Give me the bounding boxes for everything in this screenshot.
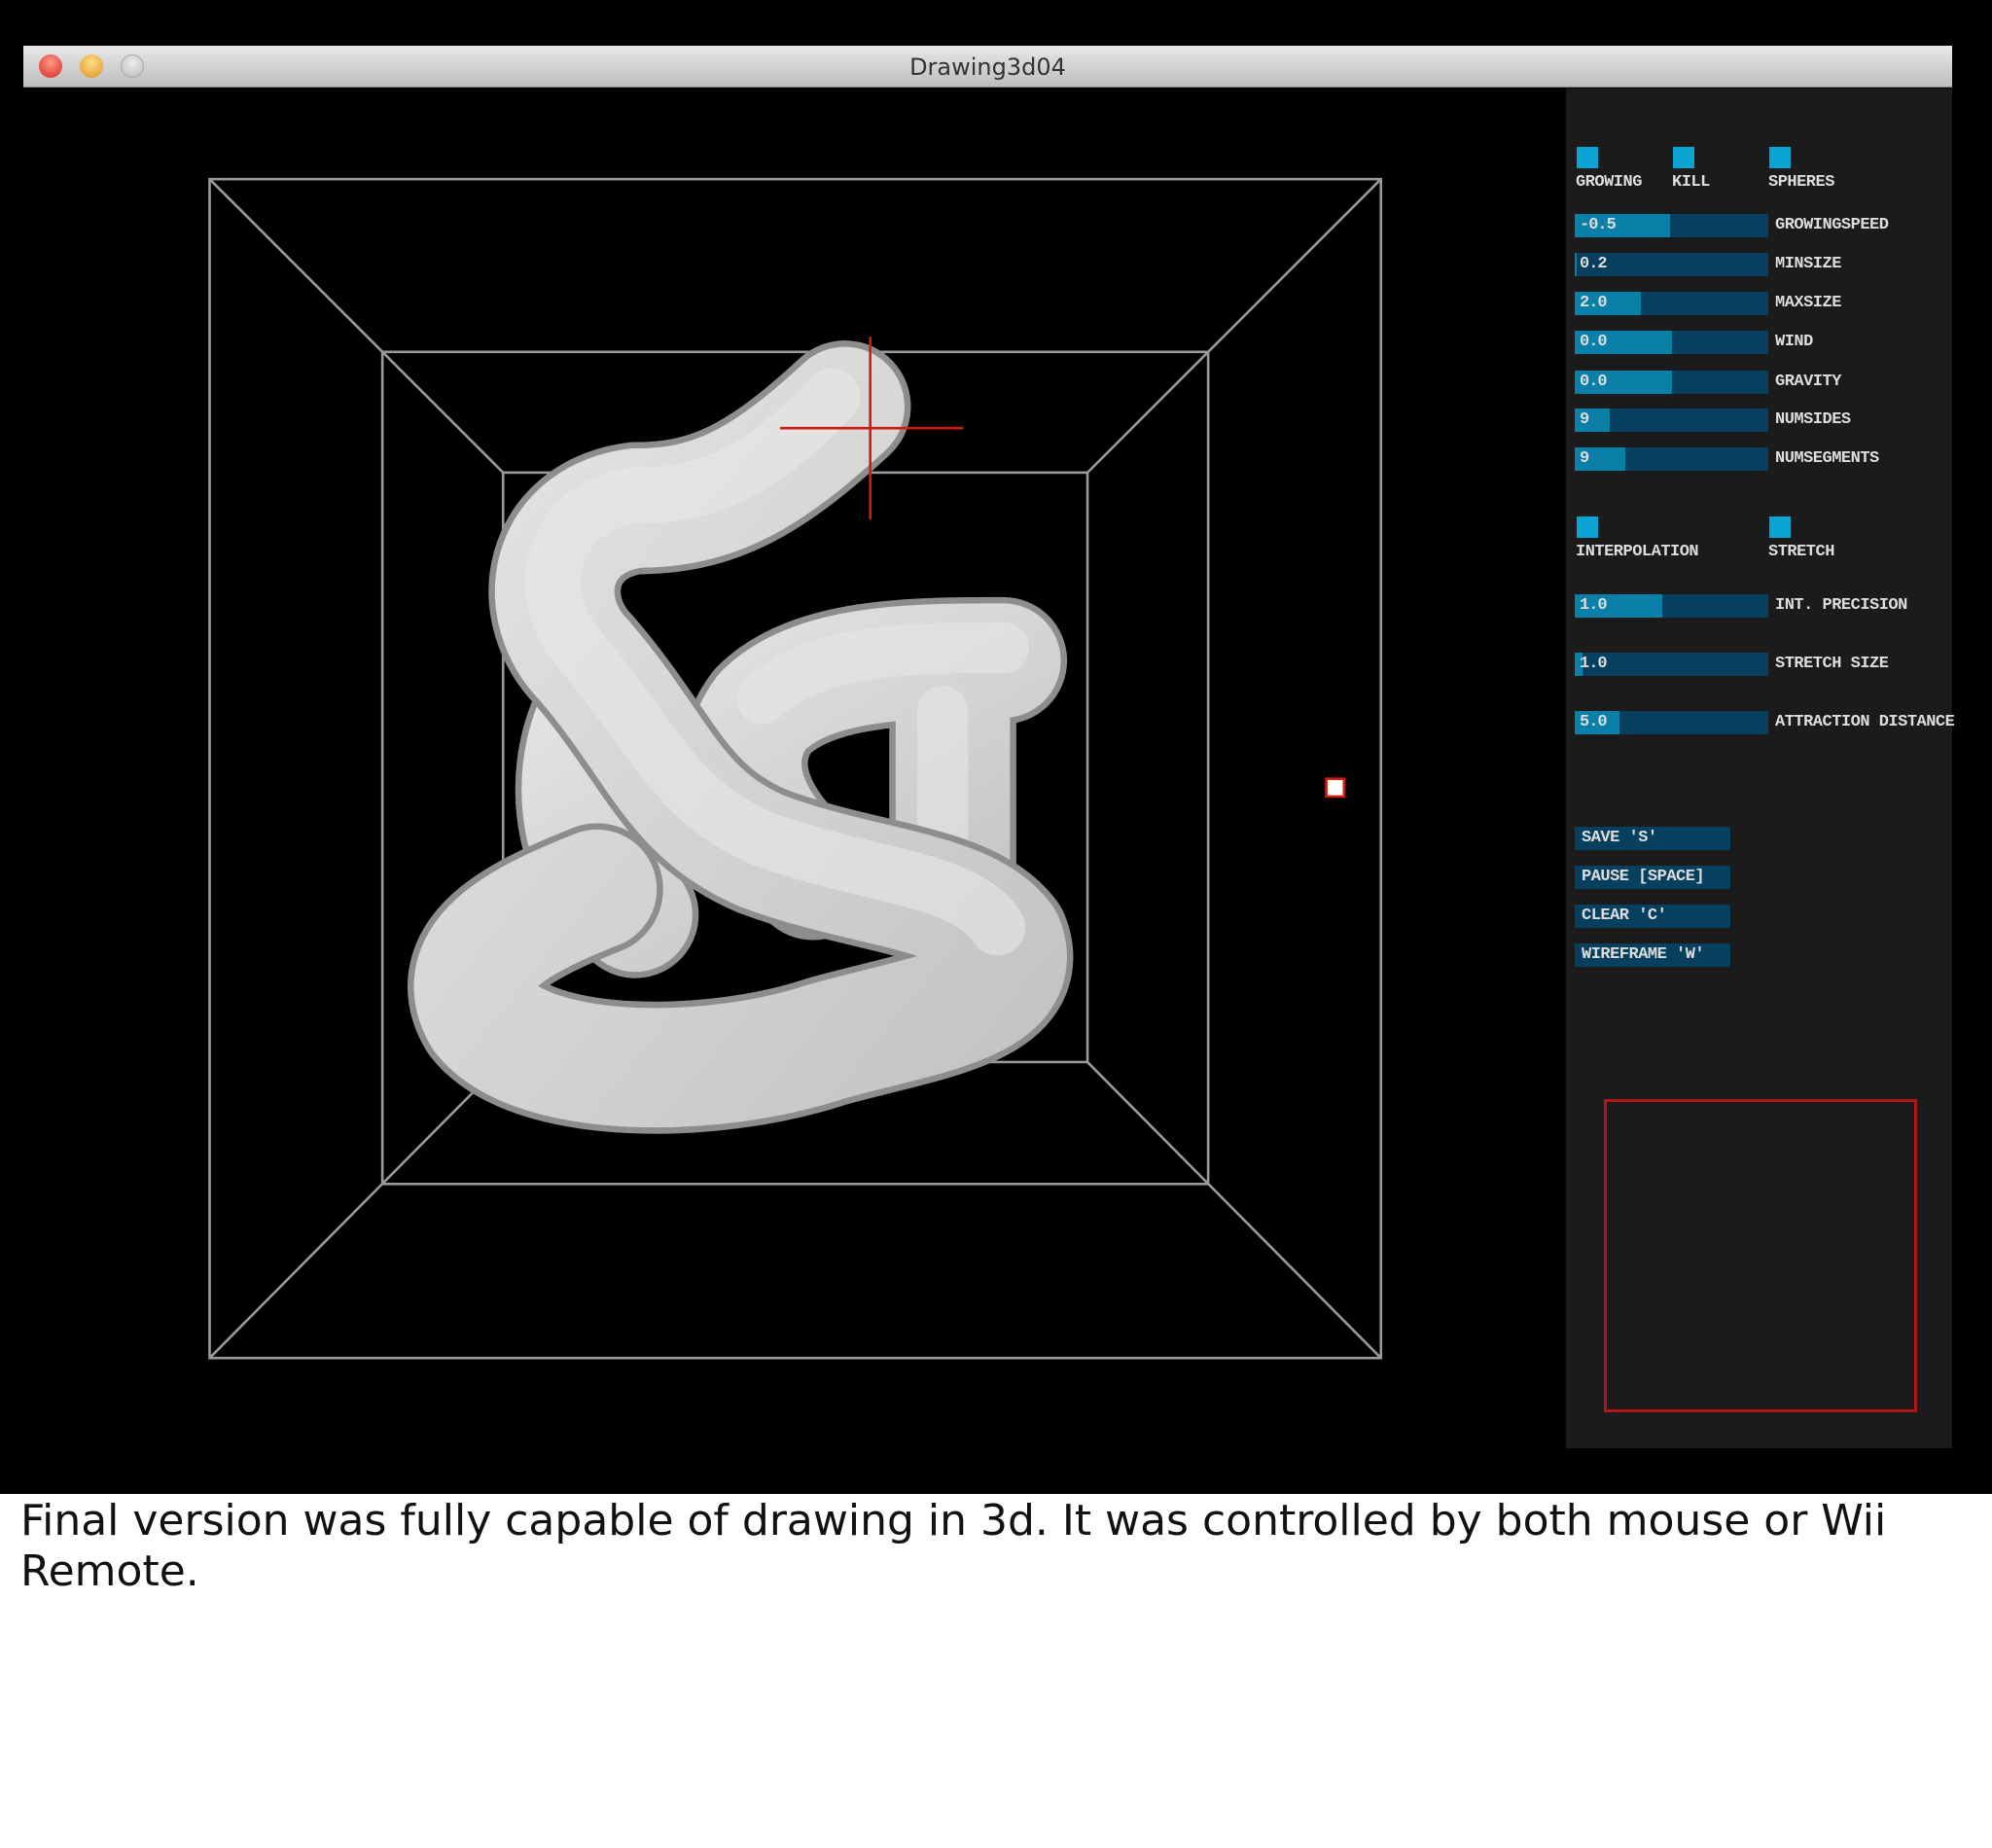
kill-label: KILL — [1672, 173, 1710, 192]
slider-value: 9 — [1580, 449, 1589, 468]
slider-value: -0.5 — [1580, 216, 1617, 234]
slider-fill — [1575, 253, 1577, 276]
slider-value: 0.0 — [1580, 333, 1608, 351]
growingspeed-slider[interactable]: -0.5 — [1575, 214, 1768, 237]
gravity-slider[interactable]: 0.0 — [1575, 371, 1768, 394]
stretch-size-slider[interactable]: 1.0 — [1575, 653, 1768, 676]
attraction-distance-label: ATTRACTION DISTANCE — [1775, 713, 1955, 731]
stretch-checkbox[interactable] — [1769, 516, 1791, 538]
interpolation-checkbox[interactable] — [1577, 516, 1598, 538]
growingspeed-label: GROWINGSPEED — [1775, 216, 1889, 234]
growing-checkbox[interactable] — [1577, 147, 1598, 168]
drawn-tube — [408, 340, 1074, 1134]
slider-value: 0.2 — [1580, 255, 1608, 273]
slider-value: 2.0 — [1580, 294, 1608, 312]
pause-space-button[interactable]: PAUSE [SPACE] — [1575, 866, 1730, 889]
interpolation-label: INTERPOLATION — [1576, 543, 1699, 561]
control-panel: GROWING KILL SPHERES -0.5 GROWINGSPEED 0… — [1566, 89, 1955, 1448]
wind-slider[interactable]: 0.0 — [1575, 331, 1768, 354]
stretch-label: STRETCH — [1768, 543, 1834, 561]
spheres-label: SPHERES — [1768, 173, 1834, 192]
save-s-button[interactable]: SAVE 'S' — [1575, 827, 1730, 850]
window-title: Drawing3d04 — [909, 53, 1066, 81]
maxsize-slider[interactable]: 2.0 — [1575, 292, 1768, 315]
clear-c-button[interactable]: CLEAR 'C' — [1575, 905, 1730, 928]
stretch-size-label: STRETCH SIZE — [1775, 655, 1889, 673]
spheres-checkbox[interactable] — [1769, 147, 1791, 168]
numsegments-label: NUMSEGMENTS — [1775, 449, 1879, 468]
slider-value: 1.0 — [1580, 596, 1608, 615]
minsize-slider[interactable]: 0.2 — [1575, 253, 1768, 276]
app-window: Drawing3d04 GROWING KILL SPHERES -0.5 GR… — [0, 0, 1992, 1494]
target-marker — [1325, 777, 1346, 799]
button-label: WIREFRAME 'W' — [1582, 945, 1705, 964]
title-bar: Drawing3d04 — [23, 46, 1952, 88]
wireframe-w-button[interactable]: WIREFRAME 'W' — [1575, 943, 1730, 967]
preview-canvas[interactable] — [1604, 1099, 1917, 1412]
numsides-label: NUMSIDES — [1775, 410, 1851, 429]
minsize-label: MINSIZE — [1775, 255, 1841, 273]
growing-label: GROWING — [1576, 173, 1642, 192]
slider-value: 1.0 — [1580, 655, 1608, 673]
int-precision-label: INT. PRECISION — [1775, 596, 1907, 615]
button-label: CLEAR 'C' — [1582, 906, 1667, 925]
numsides-slider[interactable]: 9 — [1575, 409, 1768, 432]
int-precision-slider[interactable]: 1.0 — [1575, 594, 1768, 618]
kill-checkbox[interactable] — [1673, 147, 1694, 168]
button-label: PAUSE [SPACE] — [1582, 868, 1705, 886]
button-label: SAVE 'S' — [1582, 829, 1657, 847]
maxsize-label: MAXSIZE — [1775, 294, 1841, 312]
slide-caption: Final version was fully capable of drawi… — [20, 1496, 1887, 1596]
wind-label: WIND — [1775, 333, 1813, 351]
attraction-distance-slider[interactable]: 5.0 — [1575, 711, 1768, 734]
slider-value: 0.0 — [1580, 373, 1608, 391]
slider-value: 9 — [1580, 410, 1589, 429]
numsegments-slider[interactable]: 9 — [1575, 447, 1768, 471]
slider-value: 5.0 — [1580, 713, 1608, 731]
gravity-label: GRAVITY — [1775, 373, 1841, 391]
